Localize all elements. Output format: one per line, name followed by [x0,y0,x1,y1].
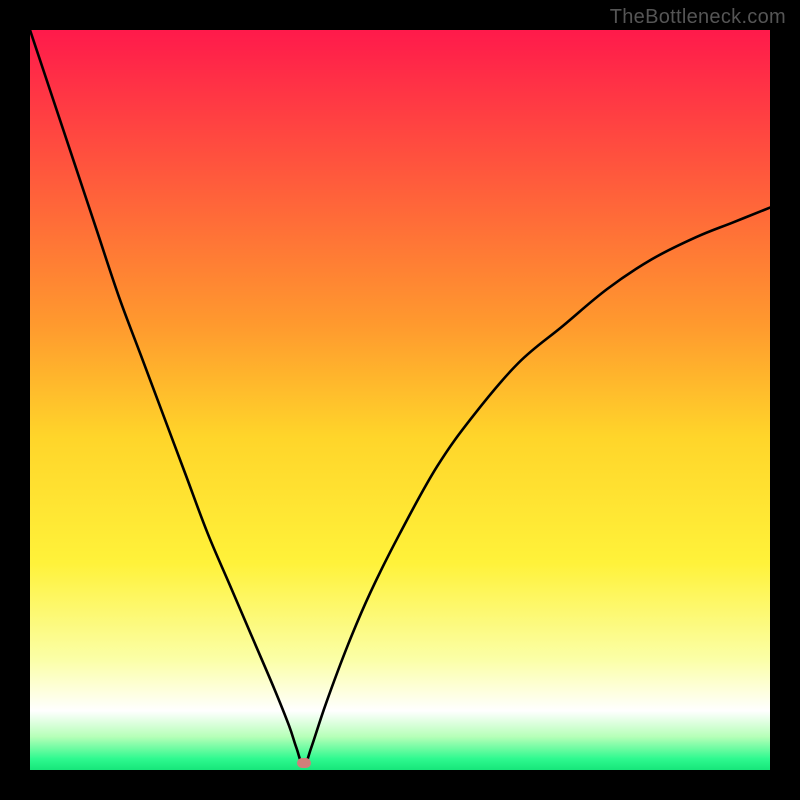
gradient-background [30,30,770,770]
plot-svg [30,30,770,770]
plot-area [30,30,770,770]
watermark-text: TheBottleneck.com [610,6,786,29]
chart-frame: TheBottleneck.com [0,0,800,800]
dip-marker [297,758,311,768]
